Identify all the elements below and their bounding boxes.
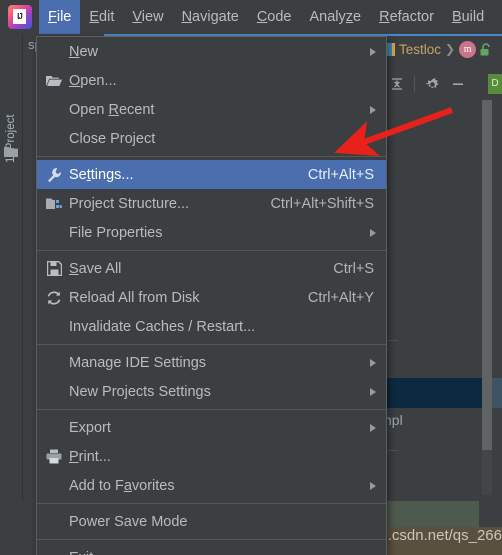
menu-item-save-all[interactable]: Save All Ctrl+S xyxy=(37,254,386,283)
left-tool-strip: 1: Project xyxy=(0,34,23,555)
menu-item-add-to-favorites[interactable]: Add to Favorites xyxy=(37,471,386,500)
tool-window-toolbar: D xyxy=(384,68,502,101)
menu-item-reload-all-from-disk[interactable]: Reload All from Disk Ctrl+Alt+Y xyxy=(37,283,386,312)
menu-separator xyxy=(37,503,386,504)
print-icon xyxy=(45,448,63,466)
menubar-item-view[interactable]: View xyxy=(123,0,172,34)
toolbar-separator xyxy=(414,76,415,92)
menu-item-open-recent[interactable]: Open Recent xyxy=(37,95,386,124)
menu-item-add-to-favorites-label: Add to Favorites xyxy=(69,477,175,494)
menu-item-print[interactable]: Print... xyxy=(37,442,386,471)
menu-item-power-save-mode-label: Power Save Mode xyxy=(69,513,188,530)
menu-item-export-label: Export xyxy=(69,419,111,436)
hide-tool-window-button[interactable] xyxy=(445,71,471,97)
menu-item-file-properties-label: File Properties xyxy=(69,224,163,241)
open-folder-icon xyxy=(45,72,63,90)
file-menu-dropdown[interactable]: New Open... Open Recent Close Project Se… xyxy=(36,36,387,555)
menu-separator xyxy=(37,539,386,540)
menu-separator xyxy=(37,250,386,251)
menu-item-close-project-label: Close Project xyxy=(69,130,156,147)
reload-icon xyxy=(45,289,63,307)
project-structure-icon xyxy=(45,195,63,213)
submenu-arrow-icon xyxy=(370,423,376,432)
menu-item-settings-label: Settings... xyxy=(69,166,134,183)
menubar-item-refactor[interactable]: Refactor xyxy=(370,0,443,34)
menu-separator xyxy=(37,409,386,410)
menu-item-save-all-label: Save All xyxy=(69,260,122,277)
scrollbar-thumb[interactable] xyxy=(482,100,492,450)
submenu-arrow-icon xyxy=(370,228,376,237)
menu-item-manage-ide-settings-label: Manage IDE Settings xyxy=(69,354,207,371)
submenu-arrow-icon xyxy=(370,47,376,56)
menu-item-exit[interactable]: Exit xyxy=(37,543,386,555)
tree-selected-row[interactable] xyxy=(384,378,492,408)
menu-item-new-label: New xyxy=(69,43,99,60)
chevron-right-icon: ❯ xyxy=(445,42,456,56)
menu-item-reload-all-from-disk-label: Reload All from Disk xyxy=(69,289,200,306)
menu-item-settings-accelerator: Ctrl+Alt+S xyxy=(307,166,374,183)
menubar-item-file[interactable]: File xyxy=(39,0,81,34)
menubar-item-build[interactable]: Build xyxy=(443,0,493,34)
unlocked-icon[interactable] xyxy=(480,42,492,56)
menu-item-print-label: Print... xyxy=(69,448,111,465)
bottom-right-filler xyxy=(479,501,502,527)
intellij-idea-logo-icon: IJ xyxy=(8,5,32,29)
submenu-arrow-icon xyxy=(370,481,376,490)
menu-item-new-projects-settings[interactable]: New Projects Settings xyxy=(37,377,386,406)
folder-icon xyxy=(4,146,18,157)
logo-mark: IJ xyxy=(13,9,26,24)
menubar-item-navigate[interactable]: Navigate xyxy=(173,0,248,34)
menu-item-exit-label: Exit xyxy=(69,550,93,555)
menu-item-invalidate-caches-label: Invalidate Caches / Restart... xyxy=(69,318,256,335)
main-menu-bar: IJ File Edit View Navigate Code Analyze … xyxy=(0,0,502,34)
submenu-arrow-icon xyxy=(370,105,376,114)
menu-separator xyxy=(37,156,386,157)
submenu-arrow-icon xyxy=(370,387,376,396)
menu-item-new[interactable]: New xyxy=(37,37,386,66)
menubar-item-code[interactable]: Code xyxy=(248,0,301,34)
menu-item-file-properties[interactable]: File Properties xyxy=(37,218,386,247)
menu-item-open-recent-label: Open Recent xyxy=(69,101,155,118)
gear-icon[interactable] xyxy=(419,71,445,97)
menu-item-project-structure-accelerator: Ctrl+Alt+Shift+S xyxy=(270,195,374,212)
menu-item-project-structure[interactable]: Project Structure... Ctrl+Alt+Shift+S xyxy=(37,189,386,218)
menubar-item-edit[interactable]: Edit xyxy=(80,0,123,34)
sidebar-item-project[interactable]: 1: Project xyxy=(0,94,22,184)
menu-item-reload-accelerator: Ctrl+Alt+Y xyxy=(307,289,374,306)
submenu-arrow-icon xyxy=(370,358,376,367)
menu-item-project-structure-label: Project Structure... xyxy=(69,195,190,212)
wrench-icon xyxy=(45,166,63,184)
menu-item-open[interactable]: Open... xyxy=(37,66,386,95)
menu-item-open-label: Open... xyxy=(69,72,117,89)
menu-item-manage-ide-settings[interactable]: Manage IDE Settings xyxy=(37,348,386,377)
breadcrumb-project-name[interactable]: Testloc xyxy=(399,42,441,57)
collapse-all-button[interactable] xyxy=(384,71,410,97)
save-icon xyxy=(45,260,63,278)
menu-item-export[interactable]: Export xyxy=(37,413,386,442)
maven-module-badge[interactable]: m xyxy=(459,40,477,58)
menu-item-new-projects-settings-label: New Projects Settings xyxy=(69,383,211,400)
menu-item-close-project[interactable]: Close Project xyxy=(37,124,386,153)
menu-item-settings[interactable]: Settings... Ctrl+Alt+S xyxy=(37,160,386,189)
menu-item-save-all-accelerator: Ctrl+S xyxy=(333,260,374,277)
menu-item-power-save-mode[interactable]: Power Save Mode xyxy=(37,507,386,536)
status-badge[interactable]: D xyxy=(488,74,502,94)
breadcrumb: Testloc ❯ m xyxy=(384,38,492,60)
intellij-idea-window: spr 1: Project Testloc ❯ m xyxy=(0,0,502,555)
menu-item-invalidate-caches[interactable]: Invalidate Caches / Restart... xyxy=(37,312,386,341)
menu-separator xyxy=(37,344,386,345)
menubar-item-analyze[interactable]: Analyze xyxy=(301,0,371,34)
